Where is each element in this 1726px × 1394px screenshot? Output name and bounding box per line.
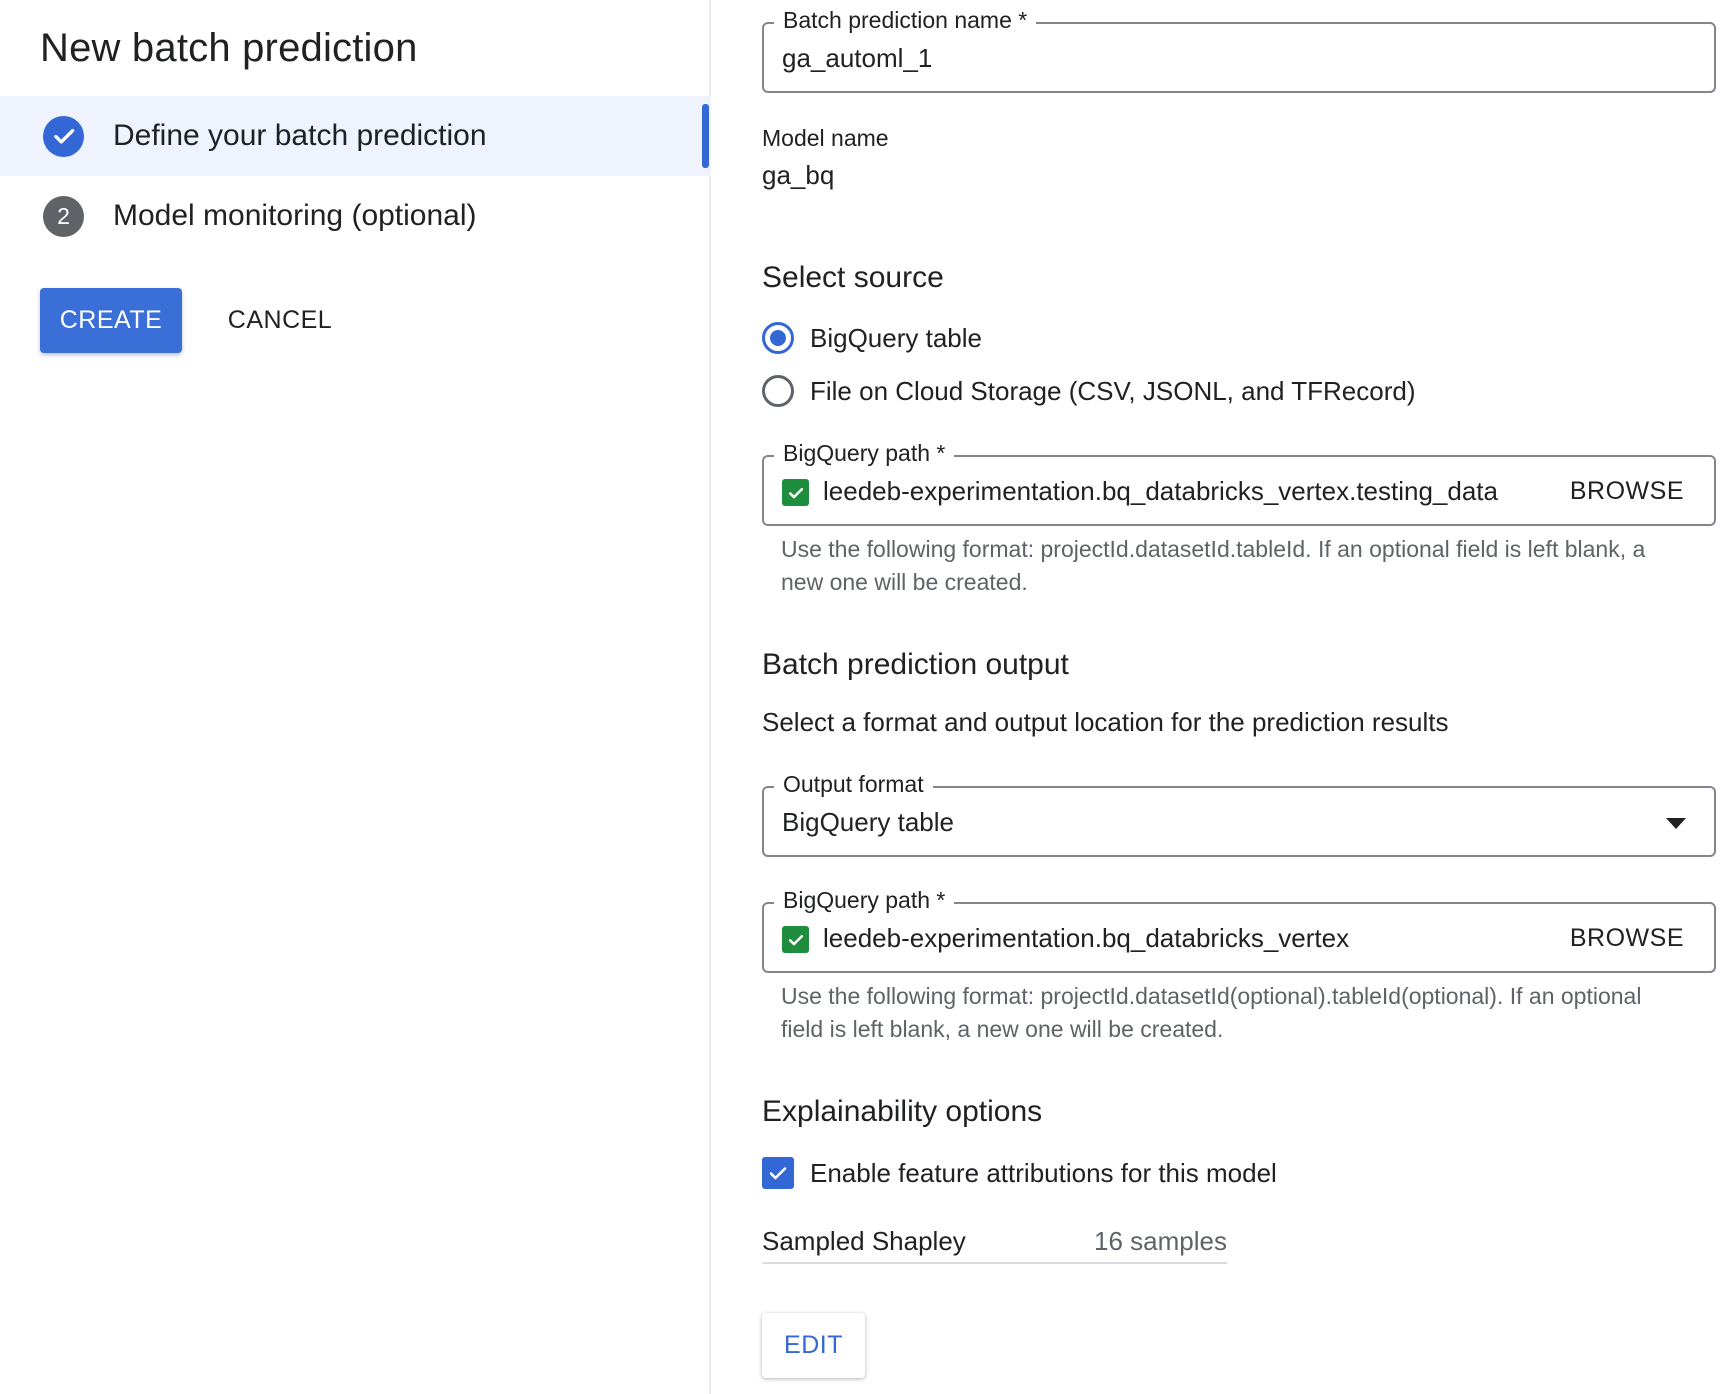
field-label: BigQuery path * (774, 887, 955, 914)
step-define-batch-prediction[interactable]: Define your batch prediction (0, 96, 711, 176)
source-bigquery-path-input[interactable]: leedeb-experimentation.bq_databricks_ver… (823, 476, 1498, 507)
output-bigquery-path-input[interactable]: leedeb-experimentation.bq_databricks_ver… (823, 923, 1349, 954)
batch-prediction-page: New batch prediction Define your batch p… (0, 0, 1726, 1394)
browse-button[interactable]: BROWSE (1570, 924, 1684, 953)
output-description: Select a format and output location for … (762, 707, 1449, 737)
model-name-value: ga_bq (762, 160, 835, 190)
cancel-button[interactable]: CANCEL (210, 288, 350, 353)
feature-attributions-checkbox-row[interactable]: Enable feature attributions for this mod… (762, 1157, 1277, 1189)
browse-button[interactable]: BROWSE (1570, 477, 1684, 506)
check-circle-icon (43, 115, 84, 157)
valid-check-icon (782, 926, 809, 953)
step-model-monitoring[interactable]: 2 Model monitoring (optional) (0, 176, 711, 256)
batch-name-input[interactable]: ga_automl_1 (782, 43, 932, 74)
form-panel: Batch prediction name * ga_automl_1 Mode… (713, 0, 1726, 1394)
stepper-panel: New batch prediction Define your batch p… (0, 0, 711, 1394)
output-heading: Batch prediction output (762, 648, 1069, 681)
step-label: Model monitoring (optional) (113, 199, 477, 232)
radio-label: BigQuery table (810, 322, 982, 353)
field-label: Output format (774, 771, 933, 798)
attribution-method-row: Sampled Shapley 16 samples (762, 1220, 1227, 1264)
radio-label: File on Cloud Storage (CSV, JSONL, and T… (810, 375, 1416, 406)
attribution-method-value: 16 samples (1094, 1226, 1227, 1256)
create-button[interactable]: CREATE (40, 288, 182, 353)
attribution-method-name: Sampled Shapley (762, 1226, 966, 1256)
step-number-badge: 2 (43, 195, 84, 237)
field-label: BigQuery path * (774, 440, 955, 467)
output-bigquery-path-field[interactable]: BigQuery path * leedeb-experimentation.b… (762, 887, 1716, 973)
radio-unchecked-icon[interactable] (762, 375, 794, 407)
checkbox-label: Enable feature attributions for this mod… (810, 1157, 1277, 1188)
source-path-hint: Use the following format: projectId.data… (781, 536, 1646, 595)
output-format-select[interactable]: Output format BigQuery table (762, 771, 1716, 857)
edit-button[interactable]: EDIT (762, 1313, 865, 1378)
page-title: New batch prediction (40, 26, 418, 70)
model-name-label: Model name (762, 125, 889, 151)
checkbox-checked-icon[interactable] (762, 1157, 794, 1189)
source-bigquery-path-field[interactable]: BigQuery path * leedeb-experimentation.b… (762, 440, 1716, 526)
batch-name-field[interactable]: Batch prediction name * ga_automl_1 (762, 7, 1716, 93)
output-format-value: BigQuery table (782, 807, 954, 837)
step-label: Define your batch prediction (113, 119, 487, 152)
field-label: Batch prediction name * (774, 7, 1037, 34)
radio-checked-icon[interactable] (762, 322, 794, 354)
select-source-heading: Select source (762, 261, 944, 294)
source-option-bigquery[interactable]: BigQuery table (762, 322, 982, 354)
output-path-hint: Use the following format: projectId.data… (781, 983, 1642, 1042)
valid-check-icon (782, 479, 809, 506)
explainability-heading: Explainability options (762, 1095, 1043, 1128)
dropdown-arrow-icon[interactable] (1666, 818, 1686, 829)
source-option-cloud-storage[interactable]: File on Cloud Storage (CSV, JSONL, and T… (762, 375, 1416, 407)
